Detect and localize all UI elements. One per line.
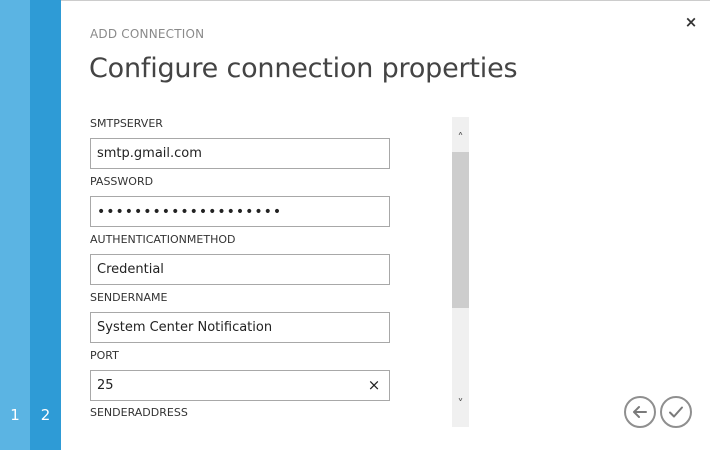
smtpserver-input[interactable] [90,138,390,169]
step-2-number[interactable]: 2 [30,405,61,425]
close-button[interactable]: × [681,12,701,32]
field-password: PASSWORD [90,175,390,227]
step-2-column[interactable] [30,0,61,450]
step-1-column[interactable] [0,0,30,450]
senderaddress-label: SENDERADDRESS [90,406,188,419]
step-rail: 1 2 [0,0,61,450]
port-input[interactable] [90,370,390,401]
arrow-left-icon [633,406,647,418]
sendername-input[interactable] [90,312,390,343]
finish-button[interactable] [660,396,692,428]
smtpserver-label: SMTPSERVER [90,117,163,130]
sendername-label: SENDERNAME [90,291,168,304]
field-authenticationmethod: AUTHENTICATIONMETHOD [90,233,390,285]
back-button[interactable] [624,396,656,428]
field-smtpserver: SMTPSERVER [90,117,390,169]
authenticationmethod-input[interactable] [90,254,390,285]
connection-properties-form: SMTPSERVER PASSWORD AUTHENTICATIONMETHOD… [90,117,390,427]
page-title: Configure connection properties [89,53,518,84]
field-port: PORT × [90,349,390,401]
clear-icon[interactable]: × [366,375,382,395]
authenticationmethod-label: AUTHENTICATIONMETHOD [90,233,236,246]
wizard-eyebrow: ADD CONNECTION [90,27,205,41]
port-label: PORT [90,349,119,362]
scroll-down-icon[interactable]: ˅ [452,395,469,413]
password-label: PASSWORD [90,175,154,188]
port-input-wrap: × [90,370,390,401]
field-sendername: SENDERNAME [90,291,390,343]
field-senderaddress: SENDERADDRESS [90,406,390,427]
scrollbar-thumb[interactable] [452,152,469,308]
close-icon: × [684,13,698,31]
form-scrollbar[interactable]: ˄ ˅ [452,117,469,427]
top-divider [61,0,710,1]
scroll-up-icon[interactable]: ˄ [452,129,469,147]
step-1-number[interactable]: 1 [0,405,30,425]
checkmark-icon [669,406,683,418]
password-input[interactable] [90,196,390,227]
